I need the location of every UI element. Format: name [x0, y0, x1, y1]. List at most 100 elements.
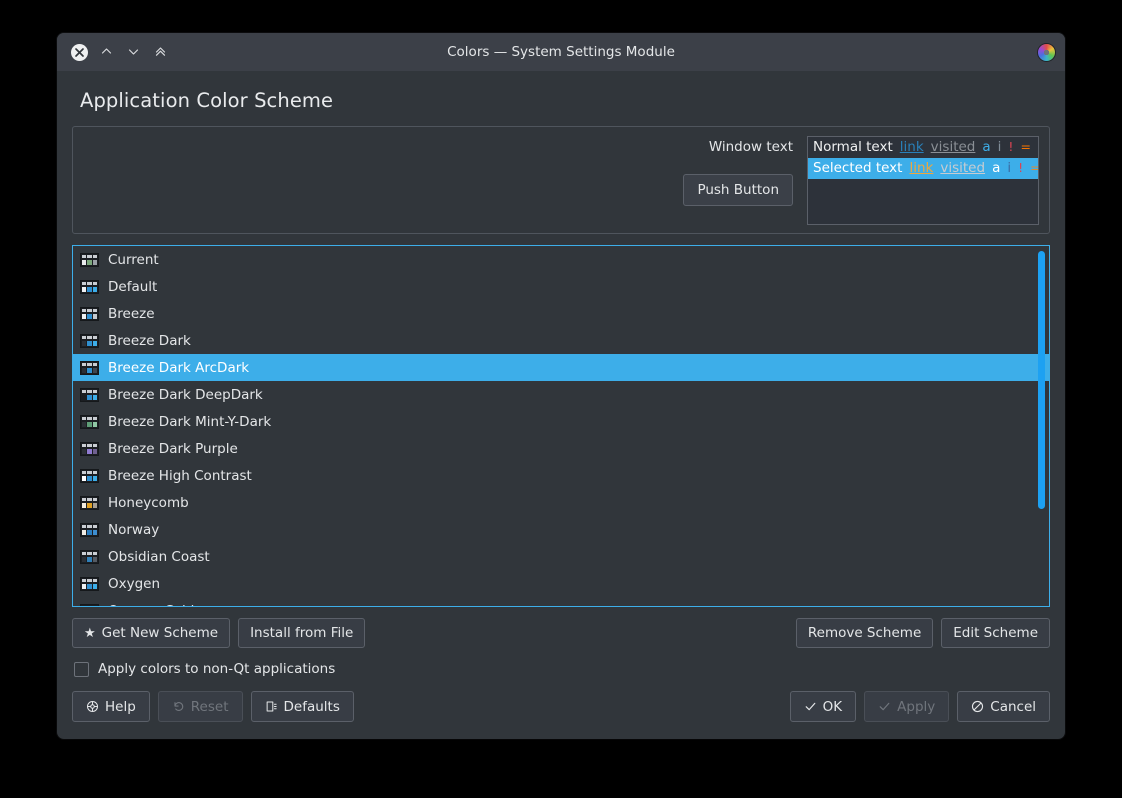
scheme-preview-icon — [80, 306, 99, 321]
defaults-label: Defaults — [283, 698, 340, 715]
preview-neutral-glyph: = — [1020, 139, 1031, 154]
help-icon — [86, 700, 99, 713]
remove-scheme-label: Remove Scheme — [807, 625, 922, 641]
ok-button[interactable]: OK — [789, 691, 857, 722]
titlebar: Colors — System Settings Module — [57, 33, 1065, 71]
preview-row-selected: Selected text link visited a i ! = + — [808, 158, 1038, 179]
preview-visited-text[interactable]: visited — [931, 139, 976, 155]
apply-non-qt-label[interactable]: Apply colors to non-Qt applications — [98, 661, 335, 677]
cancel-icon — [971, 700, 984, 713]
scheme-preview-icon — [80, 252, 99, 267]
push-button-sample[interactable]: Push Button — [683, 174, 793, 206]
shade-down-button[interactable] — [120, 39, 146, 65]
install-from-file-label: Install from File — [250, 625, 354, 641]
chevron-up-icon — [100, 43, 113, 62]
reset-label: Reset — [190, 698, 229, 715]
list-item-label: Breeze Dark ArcDark — [108, 359, 250, 376]
list-item[interactable]: Default — [73, 273, 1049, 300]
window: Colors — System Settings Module Applicat… — [57, 33, 1065, 739]
cancel-label: Cancel — [990, 698, 1036, 715]
list-item-label: Breeze High Contrast — [108, 467, 252, 484]
list-item-label: Default — [108, 278, 158, 295]
edit-scheme-button[interactable]: Edit Scheme — [941, 618, 1050, 648]
list-item[interactable]: Breeze High Contrast — [73, 462, 1049, 489]
get-new-scheme-label: Get New Scheme — [101, 625, 219, 641]
preview-selected-link-text[interactable]: link — [909, 160, 933, 176]
list-item[interactable]: Obsidian Coast — [73, 543, 1049, 570]
list-item[interactable]: Honeycomb — [73, 489, 1049, 516]
cancel-button[interactable]: Cancel — [957, 691, 1050, 722]
list-item-label: Honeycomb — [108, 494, 189, 511]
scheme-preview-icon — [80, 549, 99, 564]
check-icon — [804, 700, 817, 713]
page-title: Application Color Scheme — [80, 89, 334, 112]
list-item[interactable]: Breeze — [73, 300, 1049, 327]
apply-non-qt-checkbox[interactable] — [74, 661, 89, 677]
install-from-file-button[interactable]: Install from File — [238, 618, 366, 648]
list-item[interactable]: Breeze Dark Mint-Y-Dark — [73, 408, 1049, 435]
color-scheme-list[interactable]: Current Default Breeze Breeze Dark Breeze Da… — [72, 245, 1050, 607]
list-item-label: Oxygen — [108, 575, 161, 592]
scheme-preview-icon — [80, 576, 99, 591]
preview-selected-visited-text[interactable]: visited — [940, 160, 985, 176]
preview-positive-glyph: + — [1038, 139, 1039, 154]
titlebar-right — [1038, 43, 1065, 61]
scheme-preview-icon — [80, 387, 99, 402]
scheme-preview-icon — [80, 279, 99, 294]
reset-icon — [172, 700, 185, 713]
list-item-label: Breeze — [108, 305, 155, 322]
list-item-label: Breeze Dark Mint-Y-Dark — [108, 413, 272, 430]
scheme-preview-icon — [80, 603, 99, 606]
list-item[interactable]: Norway — [73, 516, 1049, 543]
scrollbar-thumb[interactable] — [1038, 251, 1045, 509]
list-item[interactable]: Current — [73, 246, 1049, 273]
scrollbar-track[interactable] — [1037, 249, 1046, 603]
window-title: Colors — System Settings Module — [447, 44, 675, 60]
defaults-button[interactable]: Defaults — [250, 691, 354, 722]
preview-selected-active-glyph: a — [992, 160, 1001, 176]
close-icon — [70, 43, 88, 61]
list-item-label: Breeze Dark Purple — [108, 440, 238, 457]
list-item-label: Breeze Dark — [108, 332, 191, 349]
preview-selected-inactive-glyph: i — [1007, 160, 1012, 176]
defaults-icon — [265, 700, 278, 713]
chevron-down-icon — [127, 43, 140, 62]
list-item-label: Norway — [108, 521, 160, 538]
list-item-label: Breeze Dark DeepDark — [108, 386, 263, 403]
list-item[interactable]: Oxygen Cold — [73, 597, 1049, 606]
preview-negative-glyph: ! — [1008, 139, 1014, 154]
preview-selected-negative-glyph: ! — [1018, 160, 1024, 175]
star-icon: ★ — [84, 625, 96, 641]
window-text-label: Window text — [708, 139, 793, 155]
double-chevron-up-icon — [154, 43, 167, 62]
preview-link-text[interactable]: link — [900, 139, 924, 155]
preview-normal-text: Normal text — [813, 139, 893, 155]
list-item[interactable]: Breeze Dark — [73, 327, 1049, 354]
list-item-label: Obsidian Coast — [108, 548, 210, 565]
content-area: Application Color Scheme Window text Pus… — [57, 71, 1065, 739]
list-item[interactable]: Oxygen — [73, 570, 1049, 597]
apply-button[interactable]: Apply — [864, 691, 950, 722]
help-label: Help — [105, 698, 136, 715]
scheme-preview-icon — [80, 333, 99, 348]
list-item[interactable]: Breeze Dark ArcDark — [73, 354, 1049, 381]
preview-inactive-glyph: i — [997, 139, 1002, 155]
titlebar-left-buttons — [57, 39, 173, 65]
ok-label: OK — [822, 698, 843, 715]
get-new-scheme-button[interactable]: ★ Get New Scheme — [72, 618, 231, 648]
scheme-preview-icon — [80, 360, 99, 375]
preview-left-column: Window text Push Button — [683, 136, 793, 206]
scheme-preview-icon — [80, 495, 99, 510]
help-button[interactable]: Help — [72, 691, 150, 722]
list-item[interactable]: Breeze Dark DeepDark — [73, 381, 1049, 408]
reset-button[interactable]: Reset — [157, 691, 243, 722]
list-item[interactable]: Breeze Dark Purple — [73, 435, 1049, 462]
collapse-all-button[interactable] — [147, 39, 173, 65]
scheme-preview-icon — [80, 414, 99, 429]
scheme-preview-icon — [80, 468, 99, 483]
preview-text-box: Normal text link visited a i ! = + Selec… — [807, 136, 1039, 225]
close-button[interactable] — [66, 39, 92, 65]
scheme-actions-row: ★ Get New Scheme Install from File Remov… — [72, 618, 1050, 648]
shade-up-button[interactable] — [93, 39, 119, 65]
remove-scheme-button[interactable]: Remove Scheme — [795, 618, 934, 648]
